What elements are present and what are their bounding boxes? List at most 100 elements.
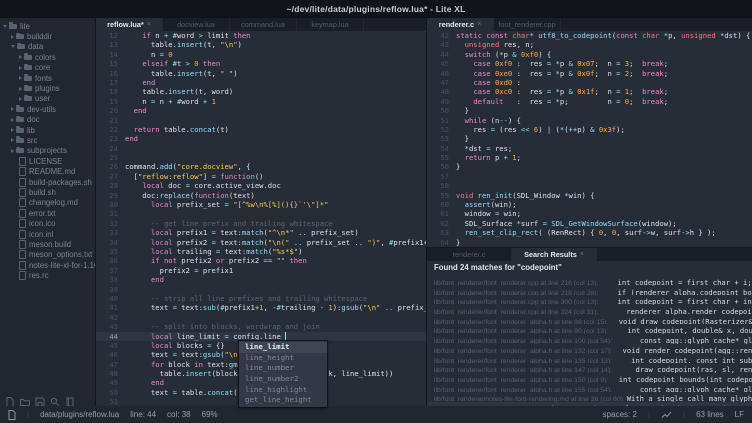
code-line-text[interactable]: doc:replace(function(text) bbox=[125, 191, 426, 200]
code-line-text[interactable]: command.add("core.docview", { bbox=[125, 162, 426, 171]
tree-item-icon.inl[interactable]: icon.inl bbox=[0, 229, 95, 239]
search-result-row[interactable]: lib/font_renderer/font_renderer_alpha.h … bbox=[427, 344, 752, 354]
code-line-text[interactable]: local prefix2 = text:match("\n(" .. pref… bbox=[125, 238, 426, 247]
code-line-text[interactable]: elseif #t > 0 then bbox=[125, 59, 426, 68]
search-result-row[interactable]: lib/font_renderer/font_renderer.cpp at l… bbox=[427, 295, 752, 305]
search-result-row[interactable]: lib/font_renderer/font_renderer_alpha.h … bbox=[427, 324, 752, 334]
tree-item-notes-lite-xl-for-1.16[interactable]: notes-lite-xl-for-1.16 bbox=[0, 260, 95, 270]
book-icon[interactable] bbox=[65, 394, 75, 404]
code-line-text[interactable]: ren_set_clip_rect( (RenRect) { 0, 0, sur… bbox=[456, 228, 752, 237]
code-line-text[interactable]: table.insert(t, word) bbox=[125, 87, 426, 96]
tree-item-plugins[interactable]: plugins bbox=[0, 83, 95, 93]
code-line-text[interactable]: -- get line prefix and trailing whitespa… bbox=[125, 219, 426, 228]
tab-keymap.lua[interactable]: keymap.lua bbox=[297, 18, 364, 31]
code-line-text[interactable] bbox=[125, 144, 426, 153]
code-line-text[interactable]: end bbox=[125, 78, 426, 87]
tree-item-meson.build[interactable]: meson.build bbox=[0, 239, 95, 249]
code-line-text[interactable]: SDL_Surface *surf = SDL_GetWindowSurface… bbox=[456, 219, 752, 228]
tab-docview.lua[interactable]: docview.lua bbox=[163, 18, 230, 31]
code-line-text[interactable]: res = (res << 6) | (*(++p) & 0x3f); bbox=[456, 125, 752, 134]
code-line-text[interactable]: table.insert(t, "\n") bbox=[125, 40, 426, 49]
code-line-text[interactable] bbox=[125, 116, 426, 125]
tab-Search Results[interactable]: Search Results× bbox=[512, 248, 597, 261]
code-line-text[interactable]: return p + 1; bbox=[456, 153, 752, 162]
code-line-text[interactable]: if n + #word > limit then bbox=[125, 31, 426, 40]
tree-item-README.md[interactable]: README.md bbox=[0, 166, 95, 176]
autocomplete-item-line_number2[interactable]: line_number2 bbox=[239, 374, 327, 385]
search-result-row[interactable]: lib/font_renderer/notes-lite-font-render… bbox=[427, 392, 752, 402]
tree-item-fonts[interactable]: fonts bbox=[0, 73, 95, 83]
search-result-row[interactable]: lib/font_renderer/font_renderer_alpha.h … bbox=[427, 334, 752, 344]
code-line-text[interactable]: *dst = res; bbox=[456, 144, 752, 153]
code-line-text[interactable]: end bbox=[125, 106, 426, 115]
autocomplete-item-line_highlight[interactable]: line_highlight bbox=[239, 385, 327, 396]
tab-close-icon[interactable]: × bbox=[580, 251, 584, 258]
code-line-text[interactable]: local prefix1 = text:match("^\n*" .. pre… bbox=[125, 228, 426, 237]
autocomplete-item-line_limit[interactable]: line_limit bbox=[239, 342, 327, 353]
code-line-text[interactable] bbox=[125, 285, 426, 294]
code-line-text[interactable]: case 0xf0 : res = *p & 0x07; n = 3; brea… bbox=[456, 59, 752, 68]
tree-item-error.txt[interactable]: error.txt bbox=[0, 208, 95, 218]
tree-item-data[interactable]: data bbox=[0, 42, 95, 52]
code-line-text[interactable]: end bbox=[125, 275, 426, 284]
tree-item-lib[interactable]: lib bbox=[0, 125, 95, 135]
search-result-row[interactable]: lib/font_renderer/font_renderer_alpha.h … bbox=[427, 363, 752, 373]
autocomplete-item-line_height[interactable]: line_height bbox=[239, 353, 327, 364]
code-line-text[interactable]: -- strip all line prefixes and trailing … bbox=[125, 294, 426, 303]
tree-item-core[interactable]: core bbox=[0, 63, 95, 73]
code-line-text[interactable]: case 0xe0 : res = *p & 0x0f; n = 2; brea… bbox=[456, 69, 752, 78]
open-folder-icon[interactable] bbox=[20, 394, 30, 404]
statusbar-line-ending[interactable]: LF bbox=[735, 410, 744, 419]
tree-item-dev-utils[interactable]: dev-utils bbox=[0, 104, 95, 114]
autocomplete-item-get_line_height[interactable]: get_line_height bbox=[239, 395, 327, 406]
search-result-row[interactable]: lib/font_renderer/font_renderer.cpp at l… bbox=[427, 276, 752, 286]
code-line-text[interactable]: } bbox=[456, 134, 752, 143]
code-line-text[interactable]: -- split into blocks, wordwrap and join bbox=[125, 322, 426, 331]
code-line-text[interactable]: n = n + #word + 1 bbox=[125, 97, 426, 106]
code-line-text[interactable]: static const char* utf8_to_codepoint(con… bbox=[456, 31, 752, 40]
search-icon[interactable] bbox=[50, 394, 60, 404]
code-line-text[interactable]: local line_limit = config.line_ bbox=[125, 332, 426, 341]
tree-item-doc[interactable]: doc bbox=[0, 115, 95, 125]
code-line-text[interactable]: default : res = *p; n = 0; break; bbox=[456, 97, 752, 106]
code-line-text[interactable]: local doc = core.active_view.doc bbox=[125, 181, 426, 190]
tab-close-icon[interactable]: × bbox=[477, 21, 481, 28]
code-line-text[interactable]: } bbox=[456, 162, 752, 171]
tab-renderer.c[interactable]: renderer.c bbox=[427, 248, 512, 261]
autocomplete-item-line_number[interactable]: line_number bbox=[239, 363, 327, 374]
code-line-text[interactable]: } bbox=[456, 106, 752, 115]
search-result-row[interactable]: lib/font_renderer/font_renderer_alpha.h … bbox=[427, 354, 752, 364]
code-line-text[interactable] bbox=[125, 313, 426, 322]
tab-command.lua[interactable]: command.lua bbox=[230, 18, 297, 31]
search-result-row[interactable]: lib/font_renderer/font_renderer_alpha.h … bbox=[427, 373, 752, 383]
code-line-text[interactable]: void ren_init(SDL_Window *win) { bbox=[456, 191, 752, 200]
search-result-row[interactable]: lib/font_renderer/font_renderer_alpha.h … bbox=[427, 315, 752, 325]
tree-item-icon.ico[interactable]: icon.ico bbox=[0, 218, 95, 228]
code-line-text[interactable]: } bbox=[456, 238, 752, 247]
right-code-editor[interactable]: 42static const char* utf8_to_codepoint(c… bbox=[427, 31, 752, 247]
save-icon[interactable] bbox=[35, 394, 45, 404]
code-line-text[interactable]: assert(win); bbox=[456, 200, 752, 209]
search-result-row[interactable]: lib/font_renderer/font_renderer.cpp at l… bbox=[427, 286, 752, 296]
tab-renderer.c[interactable]: renderer.c× bbox=[427, 18, 494, 31]
code-line-text[interactable] bbox=[125, 153, 426, 162]
code-line-text[interactable]: local trailing = text:match("%s*$") bbox=[125, 247, 426, 256]
code-line-text[interactable]: return table.concat(t) bbox=[125, 125, 426, 134]
tab-close-icon[interactable]: × bbox=[147, 21, 151, 28]
tree-item-build.sh[interactable]: build.sh bbox=[0, 187, 95, 197]
code-line-text[interactable]: prefix2 = prefix1 bbox=[125, 266, 426, 275]
code-line-text[interactable]: case 0xc0 : res = *p & 0x1f; n = 1; brea… bbox=[456, 87, 752, 96]
code-line-text[interactable] bbox=[125, 209, 426, 218]
code-line-text[interactable]: table.insert(t, " ") bbox=[125, 69, 426, 78]
new-file-icon[interactable] bbox=[5, 394, 15, 404]
code-line-text[interactable]: while (n--) { bbox=[456, 116, 752, 125]
search-result-row[interactable]: lib/font_renderer/font_renderer_alpha.h … bbox=[427, 383, 752, 393]
tree-item-meson_options.txt[interactable]: meson_options.txt bbox=[0, 250, 95, 260]
code-line-text[interactable]: case 0xd0 : bbox=[456, 78, 752, 87]
code-line-text[interactable] bbox=[456, 172, 752, 181]
statusbar-indent[interactable]: spaces: 2 bbox=[603, 410, 637, 419]
tree-item-src[interactable]: src bbox=[0, 135, 95, 145]
code-line-text[interactable]: end bbox=[125, 134, 426, 143]
code-line-text[interactable]: ["reflow:reflow"] = function() bbox=[125, 172, 426, 181]
code-line-text[interactable]: unsigned res, n; bbox=[456, 40, 752, 49]
